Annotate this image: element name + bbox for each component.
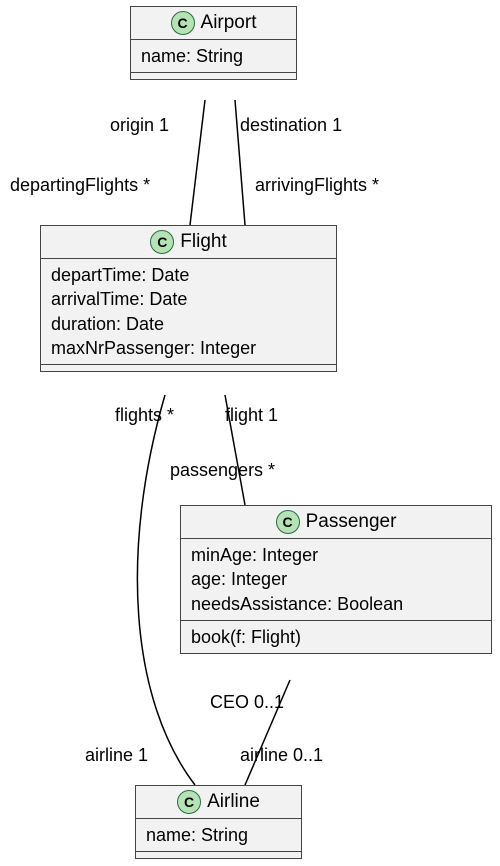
- class-flight-name: Flight: [180, 231, 226, 253]
- op: book(f: Flight): [191, 625, 481, 649]
- class-passenger-ops: book(f: Flight): [181, 621, 491, 653]
- class-passenger-attrs: minAge: Integer age: Integer needsAssist…: [181, 539, 491, 621]
- label-flights-star: flights *: [115, 405, 174, 426]
- class-airline: C Airline name: String: [135, 785, 302, 859]
- class-passenger-name: Passenger: [306, 511, 397, 533]
- label-flight-one: flight 1: [225, 405, 278, 426]
- attr: duration: Date: [51, 312, 326, 336]
- class-icon: C: [150, 230, 174, 254]
- class-airline-attrs: name: String: [136, 819, 301, 852]
- class-airline-name: Airline: [207, 791, 260, 813]
- attr: maxNrPassenger: Integer: [51, 336, 326, 360]
- attr: arrivalTime: Date: [51, 287, 326, 311]
- class-flight-ops: [41, 365, 336, 371]
- class-passenger-header: C Passenger: [181, 506, 491, 539]
- class-icon: C: [276, 510, 300, 534]
- attr: minAge: Integer: [191, 543, 481, 567]
- class-flight-attrs: departTime: Date arrivalTime: Date durat…: [41, 259, 336, 365]
- class-flight-header: C Flight: [41, 226, 336, 259]
- label-airline-one: airline 1: [85, 745, 148, 766]
- attr: needsAssistance: Boolean: [191, 592, 481, 616]
- label-departing-flights: departingFlights *: [10, 175, 150, 196]
- class-icon: C: [177, 790, 201, 814]
- class-airline-header: C Airline: [136, 786, 301, 819]
- attr: departTime: Date: [51, 263, 326, 287]
- attr: name: String: [146, 823, 291, 847]
- class-airport-name: Airport: [201, 12, 257, 34]
- class-airline-ops: [136, 852, 301, 858]
- class-passenger: C Passenger minAge: Integer age: Integer…: [180, 505, 492, 654]
- label-airline-opt: airline 0..1: [240, 745, 323, 766]
- attr: age: Integer: [191, 567, 481, 591]
- class-icon: C: [171, 11, 195, 35]
- label-ceo: CEO 0..1: [210, 692, 284, 713]
- class-flight: C Flight departTime: Date arrivalTime: D…: [40, 225, 337, 372]
- class-airport-attrs: name: String: [131, 40, 296, 73]
- attr: name: String: [141, 44, 286, 68]
- class-airport-header: C Airport: [131, 7, 296, 40]
- label-passengers-star: passengers *: [170, 460, 275, 481]
- label-arriving-flights: arrivingFlights *: [255, 175, 379, 196]
- label-origin: origin 1: [110, 115, 169, 136]
- label-destination: destination 1: [240, 115, 342, 136]
- class-airport: C Airport name: String: [130, 6, 297, 80]
- class-airport-ops: [131, 73, 296, 79]
